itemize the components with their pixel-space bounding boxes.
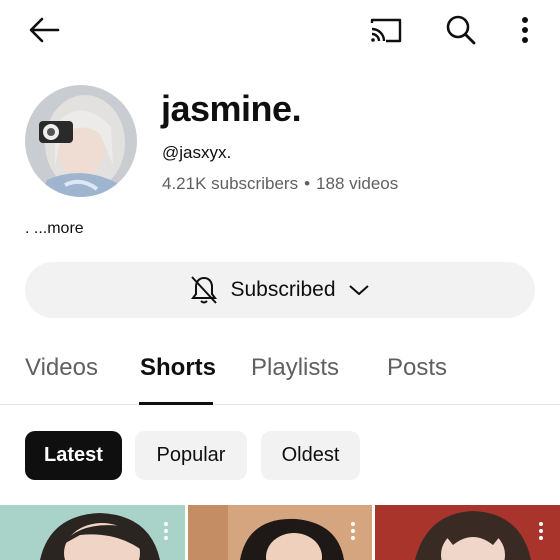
tab-shorts[interactable]: Shorts [140,354,216,382]
subscriber-count: 4.21K subscribers [162,174,299,193]
subscribed-label: Subscribed [230,278,336,301]
more-vertical-icon [522,17,528,43]
filter-chip-oldest[interactable]: Oldest [261,431,360,480]
channel-tabs: Videos Shorts Playlists Posts [0,340,560,405]
cast-icon [370,18,402,43]
tab-playlists[interactable]: Playlists [251,354,339,382]
description-more-link[interactable]: . ...more [25,220,84,238]
tab-posts[interactable]: Posts [387,354,447,382]
channel-handle: @jasxyx. [162,143,232,162]
shorts-thumbnail[interactable] [188,505,372,560]
stats-separator: • [304,174,311,193]
short-menu-icon[interactable] [163,521,169,541]
subscribed-button[interactable]: Subscribed [25,262,535,318]
search-button[interactable] [438,8,484,52]
channel-name: jasmine. [161,88,302,129]
short-menu-icon[interactable] [538,521,544,541]
arrow-left-icon [29,17,60,43]
filter-chip-popular[interactable]: Popular [135,431,247,480]
back-button[interactable] [22,10,66,50]
shorts-thumbnail[interactable] [0,505,185,560]
tab-videos[interactable]: Videos [25,354,98,382]
chevron-down-icon [348,285,369,295]
more-options-button[interactable] [508,8,542,52]
top-app-bar [0,0,560,58]
channel-avatar[interactable] [25,85,137,197]
channel-stats: 4.21K subscribers • 188 videos [162,174,398,194]
filter-chip-latest[interactable]: Latest [25,431,122,480]
short-menu-icon[interactable] [350,521,356,541]
cast-button[interactable] [362,10,410,50]
video-count: 188 videos [316,174,399,193]
active-tab-indicator [139,402,213,405]
shorts-thumbnail[interactable] [375,505,560,560]
bell-off-icon [191,276,218,304]
search-icon [446,15,476,45]
